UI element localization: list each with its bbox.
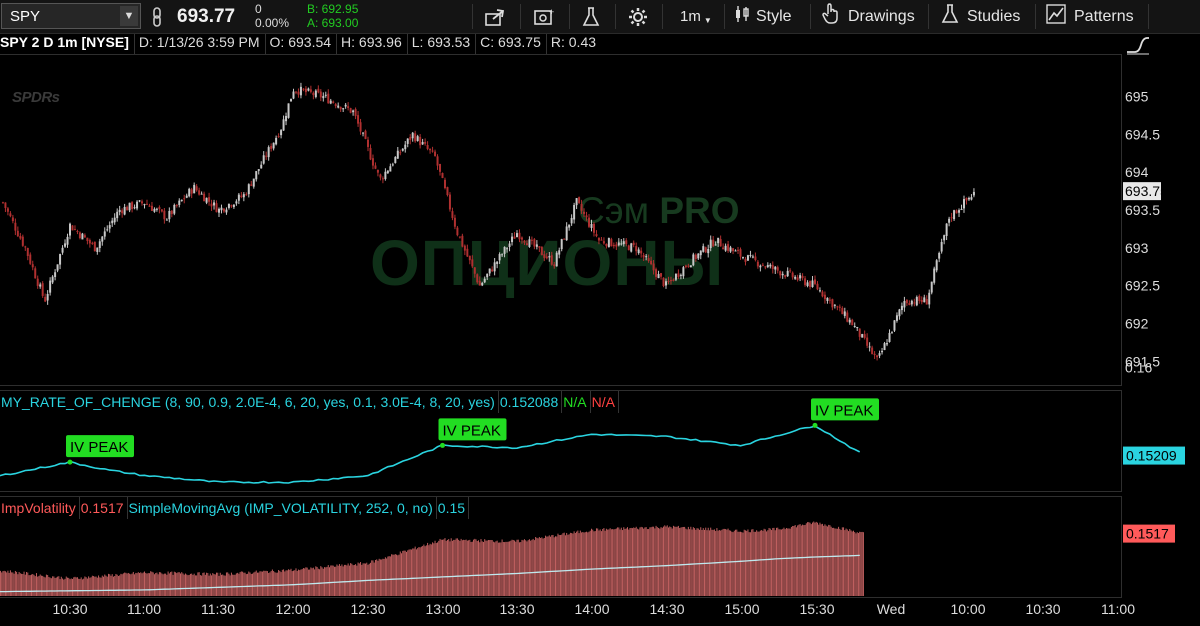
watermark-subtitle: ОПЦИОНЫ: [370, 227, 725, 299]
price-tick-label: 692: [1125, 315, 1149, 331]
price-tick-label: 694.5: [1125, 126, 1160, 142]
toolbar-divider: [569, 4, 570, 29]
toolbar-divider: [662, 4, 663, 29]
last-price-label: 693.75: [1125, 183, 1168, 199]
info-high: H: 693.96: [337, 34, 408, 54]
timeframe-button[interactable]: 1m ▼: [680, 0, 712, 33]
sma-study-label: SimpleMovingAvg (IMP_VOLATILITY, 252, 0,…: [128, 497, 437, 519]
roc-na-up: N/A: [562, 391, 591, 413]
iv-last-label: 0.1517: [1126, 526, 1169, 542]
price-tick-label: 692.5: [1125, 278, 1160, 294]
change-value: 0: [255, 2, 262, 16]
toolbar-divider: [615, 4, 616, 29]
toolbar-divider: [1035, 4, 1036, 29]
toolbar-divider: [520, 4, 521, 29]
info-range: R: 0.43: [550, 34, 597, 50]
roc-last-tag: [1123, 446, 1185, 465]
roc-tick-label: 0.16: [1125, 359, 1152, 375]
price-tick-label: 695: [1125, 89, 1149, 105]
info-close: C: 693.75: [476, 34, 547, 54]
roc-study-header[interactable]: MY_RATE_OF_CHENGE (8, 90, 0.9, 2.0E-4, 6…: [0, 391, 619, 413]
patterns-button[interactable]: Patterns: [1046, 0, 1134, 33]
hand-pointer-icon: [822, 3, 840, 30]
gear-icon[interactable]: [628, 0, 648, 33]
toolbar: SPY ▼ 693.77 0 0.00% B: 692.95 A: 693.00…: [0, 0, 1200, 34]
roc-study-value: 0.152088: [499, 391, 563, 413]
iv-study-value: 0.1517: [80, 497, 128, 519]
toolbar-divider: [724, 4, 725, 29]
time-tick-label: 10:00: [950, 601, 985, 617]
info-date: D: 1/13/26 3:59 PM: [135, 34, 266, 54]
symbol-text: SPY: [10, 8, 41, 25]
time-tick-label: 11:30: [201, 601, 235, 617]
iv-study-header[interactable]: ImpVolatility 0.1517 SimpleMovingAvg (IM…: [0, 497, 470, 519]
time-tick-label: Wed: [877, 601, 906, 617]
link-icon[interactable]: [149, 0, 165, 33]
studies-label: Studies: [967, 7, 1021, 25]
share-icon[interactable]: [484, 0, 506, 33]
time-tick-label: 13:00: [425, 601, 460, 617]
svg-text:+: +: [549, 7, 554, 17]
time-tick-label: 13:30: [499, 601, 534, 617]
time-tick-label: 10:30: [1025, 601, 1060, 617]
alert-icon[interactable]: +: [533, 0, 555, 33]
roc-last-label: 0.15209: [1126, 448, 1177, 464]
info-open: O: 693.54: [266, 34, 338, 54]
iv-study-label: ImpVolatility: [0, 497, 80, 519]
symbol-selector[interactable]: SPY ▼: [1, 3, 141, 29]
time-tick-label: 11:00: [1101, 601, 1135, 617]
time-tick-label: 14:00: [574, 601, 609, 617]
flask-icon: [941, 3, 959, 30]
drawings-button[interactable]: Drawings: [822, 0, 915, 33]
time-tick-label: 10:30: [52, 601, 87, 617]
chart-info-row: SPY 2 D 1m [NYSE] D: 1/13/26 3:59 PM O: …: [0, 34, 601, 54]
roc-study-label: MY_RATE_OF_CHENGE (8, 90, 0.9, 2.0E-4, 6…: [0, 391, 499, 413]
studies-button[interactable]: Studies: [941, 0, 1020, 33]
time-axis: 10:30 11:00 11:30 12:00 12:30 13:00 13:30 14:00…: [52, 601, 1135, 617]
toolbar-divider: [1148, 4, 1149, 29]
candles-icon: [734, 4, 750, 29]
bid-price: B: 692.95: [307, 2, 359, 16]
sma-study-value: 0.15: [437, 497, 470, 519]
time-tick-label: 12:30: [350, 601, 385, 617]
drawings-label: Drawings: [848, 7, 915, 25]
price-tick-label: 691.5: [1125, 353, 1160, 369]
time-tick-label: 15:30: [799, 601, 834, 617]
spdr-logo: SPDRs: [12, 89, 60, 106]
timeframe-label: 1m: [680, 8, 701, 25]
toolbar-divider: [472, 4, 473, 29]
watermark-brand-bold: PRO: [659, 190, 740, 231]
time-tick-label: 15:00: [724, 601, 759, 617]
time-tick-label: 12:00: [275, 601, 310, 617]
toolbar-divider: [810, 4, 811, 29]
price-tick-label: 693.5: [1125, 202, 1160, 218]
price-tick-label: 694: [1125, 164, 1149, 180]
chevron-down-icon[interactable]: ▼: [120, 6, 138, 26]
price-axis: 691.5 692 692.5 693 693.5 694 694.5 695 693.75: [1123, 89, 1168, 369]
chevron-down-icon: ▼: [703, 16, 712, 25]
last-price-tag: [1123, 182, 1161, 201]
chart-title: SPY 2 D 1m [NYSE]: [0, 34, 135, 54]
chart-settings-icon[interactable]: [1125, 35, 1151, 60]
patterns-label: Patterns: [1074, 7, 1134, 25]
ask-price: A: 693.00: [307, 16, 359, 30]
toolbar-divider: [928, 4, 929, 29]
last-price: 693.77: [177, 5, 236, 27]
style-label: Style: [756, 7, 792, 25]
change-percent: 0.00%: [255, 16, 290, 30]
iv-last-tag: [1123, 524, 1175, 543]
info-low: L: 693.53: [408, 34, 477, 54]
roc-na-down: N/A: [591, 391, 619, 413]
time-tick-label: 14:30: [649, 601, 684, 617]
style-button[interactable]: Style: [734, 0, 792, 33]
flask-icon[interactable]: [581, 0, 601, 33]
price-panel: [0, 54, 1122, 386]
watermark-brand-text: Сэм: [578, 190, 660, 231]
price-tick-label: 693: [1125, 240, 1149, 256]
time-tick-label: 11:00: [127, 601, 161, 617]
pattern-chart-icon: [1046, 4, 1066, 29]
